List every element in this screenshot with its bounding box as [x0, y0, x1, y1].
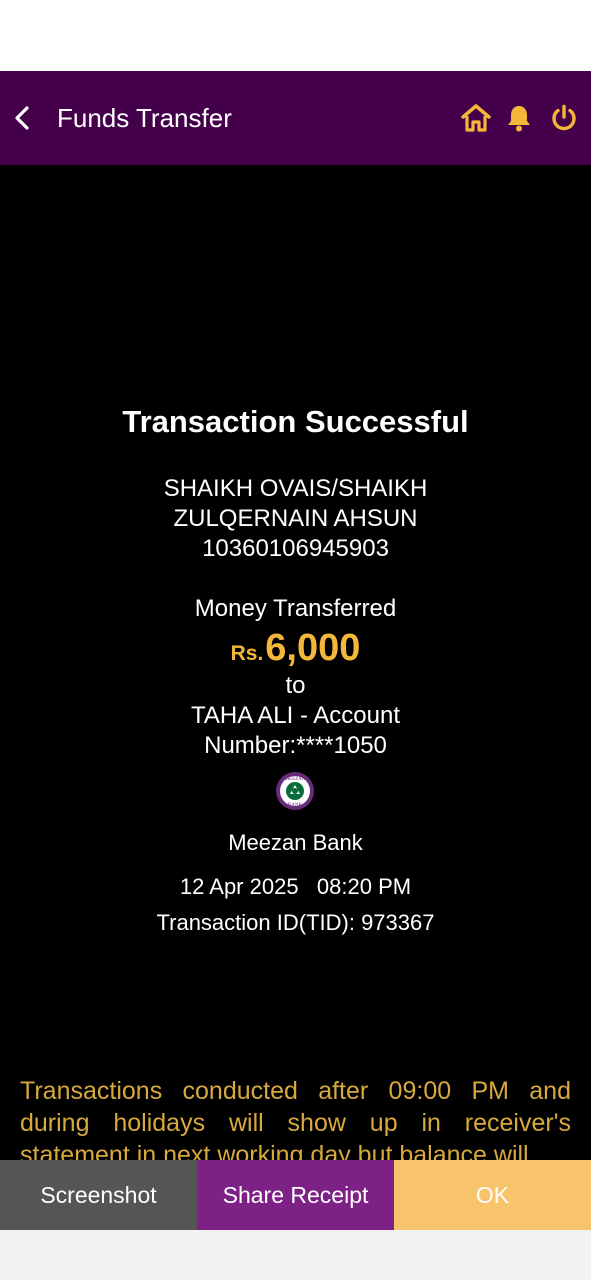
share-receipt-button[interactable]: Share Receipt: [197, 1160, 394, 1230]
home-icon: [461, 104, 491, 132]
transaction-time: 08:20 PM: [316, 874, 412, 899]
bank-name: Meezan Bank: [228, 830, 363, 855]
money-transferred-label: Money Transferred: [194, 595, 397, 622]
currency-label: Rs.: [230, 642, 264, 665]
notifications-button[interactable]: [502, 101, 536, 135]
status-bar: [0, 0, 591, 71]
status-title: Transaction Successful: [122, 404, 469, 439]
transaction-id: Transaction ID(TID): 973367: [156, 910, 435, 935]
sender-name-line2: ZULQERNAIN AHSUN: [173, 505, 418, 532]
meezan-bank-logo: MEEZAN BANK: [276, 772, 314, 810]
sender-info: SHAIKH OVAIS/SHAIKH ZULQERNAIN AHSUN 103…: [0, 474, 591, 564]
amount-value: 6,000: [265, 627, 361, 669]
back-button[interactable]: [6, 101, 40, 135]
processing-notice: Transactions conducted after 09:00 PM an…: [20, 1077, 571, 1160]
amount-row: Rs. 6,000: [0, 626, 591, 670]
logout-button[interactable]: [547, 101, 581, 135]
receiver-line2: Number:****1050: [204, 732, 387, 759]
bottom-safe-area: [0, 1230, 591, 1280]
app-header: Funds Transfer: [0, 71, 591, 165]
ok-button[interactable]: OK: [394, 1160, 591, 1230]
screenshot-button[interactable]: Screenshot: [0, 1160, 197, 1230]
receiver-info: TAHA ALI - Account Number:****1050: [0, 701, 591, 761]
home-button[interactable]: [459, 101, 493, 135]
back-arrow-icon: [15, 106, 29, 130]
transaction-datetime: 12 Apr 2025 08:20 PM: [0, 873, 591, 901]
receiver-line1: TAHA ALI - Account: [191, 702, 400, 729]
sender-name-line1: SHAIKH OVAIS/SHAIKH: [163, 475, 428, 502]
svg-text:MEEZAN: MEEZAN: [285, 777, 306, 782]
receipt-content: Transaction Successful SHAIKH OVAIS/SHAI…: [0, 165, 591, 1160]
action-bar: Screenshot Share Receipt OK: [0, 1160, 591, 1230]
svg-text:BANK: BANK: [288, 803, 303, 808]
transaction-date: 12 Apr 2025: [179, 874, 299, 899]
bell-icon: [508, 106, 530, 132]
power-icon: [552, 104, 576, 131]
to-label: to: [285, 672, 306, 699]
sender-account: 10360106945903: [202, 535, 389, 562]
page-title: Funds Transfer: [57, 103, 232, 133]
